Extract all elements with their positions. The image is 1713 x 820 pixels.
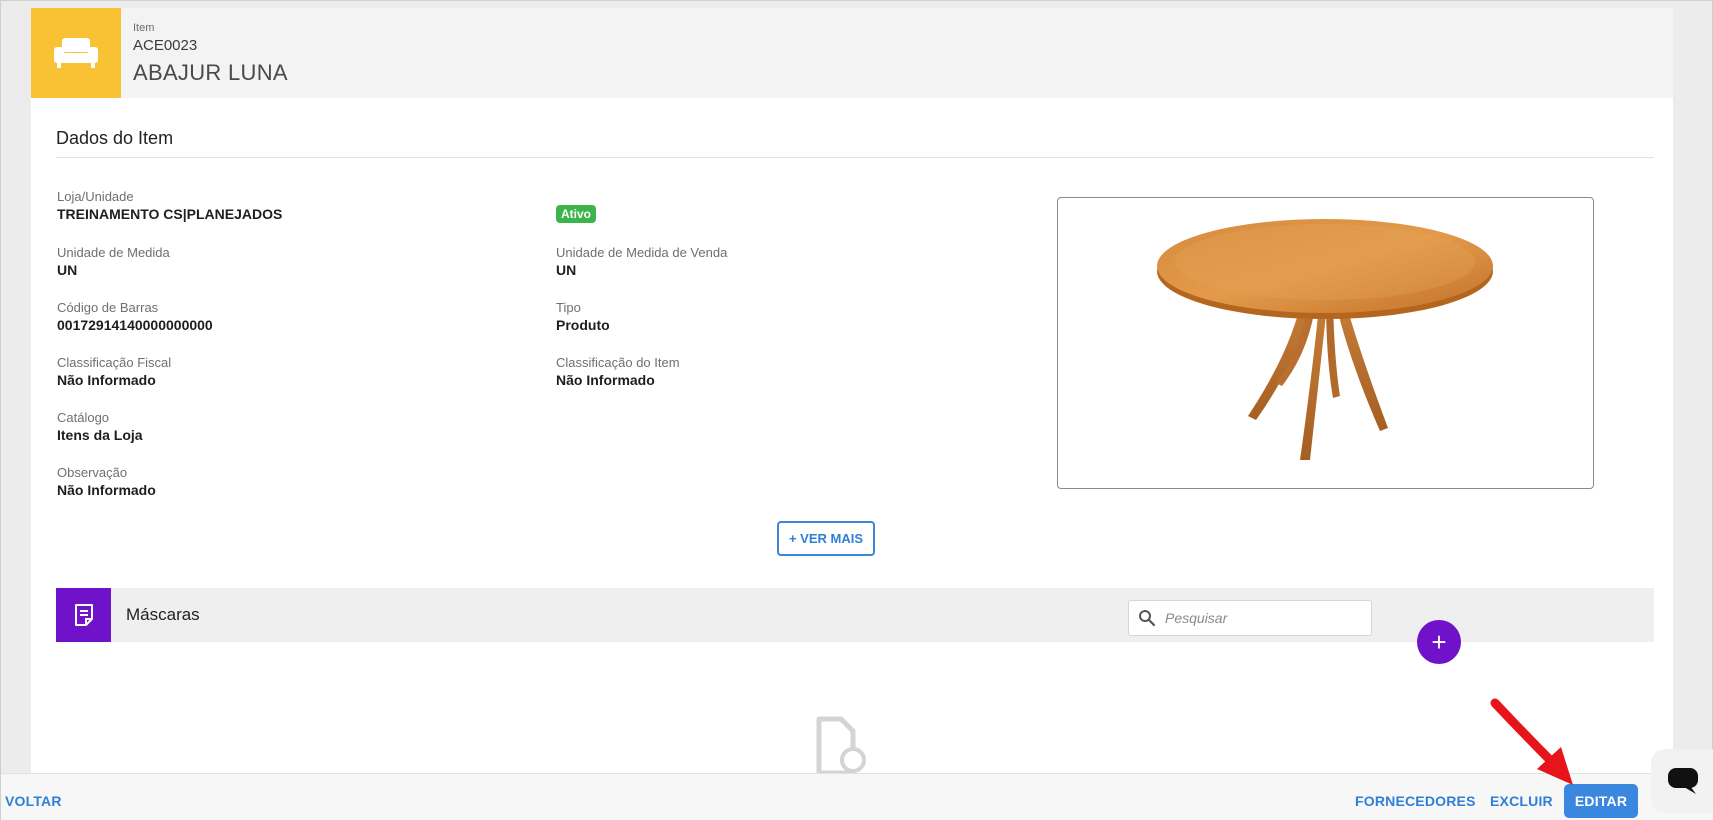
product-image [1157,219,1493,460]
field-value: Não Informado [556,372,655,388]
field-label: Tipo [556,300,581,315]
fornecedores-button[interactable]: FORNECEDORES [1355,784,1476,818]
field-observacao: Observação Não Informado [57,465,156,500]
product-image-frame[interactable] [1057,197,1594,489]
field-classificacao-fiscal: Classificação Fiscal Não Informado [57,355,171,390]
search-input[interactable] [1165,610,1355,626]
chat-icon [1667,768,1698,794]
field-catalogo: Catálogo Itens da Loja [57,410,143,445]
field-value: Itens da Loja [57,427,143,443]
footer-bar: VOLTAR FORNECEDORES EXCLUIR EDITAR [1,773,1713,820]
window-frame: Item ACE0023 ABAJUR LUNA Dados do Item L… [0,0,1713,820]
field-label: Catálogo [57,410,110,425]
field-classificacao-item: Classificação do Item Não Informado [556,355,680,390]
masks-title: Máscaras [126,605,200,624]
field-label: Observação [57,465,128,480]
editar-button[interactable]: EDITAR [1564,784,1638,818]
chat-widget-button[interactable] [1651,749,1713,813]
field-label: Loja/Unidade [57,189,134,204]
document-icon [56,588,111,642]
field-value: TREINAMENTO CS|PLANEJADOS [57,206,283,222]
search-icon [1129,609,1165,627]
breadcrumb: Item [133,22,155,34]
field-value: 00172914140000000000 [57,317,213,333]
field-label: Classificação Fiscal [57,355,172,370]
field-value: Não Informado [57,372,156,388]
masks-search[interactable] [1128,600,1372,636]
item-code: ACE0023 [133,37,198,54]
field-value: UN [57,262,78,278]
sofa-icon [31,8,121,98]
item-card: Item ACE0023 ABAJUR LUNA Dados do Item L… [31,8,1673,776]
excluir-button[interactable]: EXCLUIR [1490,784,1553,818]
voltar-button[interactable]: VOLTAR [5,784,62,818]
field-value: Produto [556,317,610,333]
red-arrow-annotation-icon [1490,698,1573,785]
field-label: Classificação do Item [556,355,680,370]
field-unidade-medida-venda: Unidade de Medida de Venda UN [556,245,727,280]
page-title: ABAJUR LUNA [133,60,288,85]
section-title: Dados do Item [56,128,174,148]
masks-section-header: Máscaras [56,588,1654,642]
field-value: Não Informado [57,482,156,498]
ver-mais-button[interactable]: + VER MAIS [777,521,875,556]
field-value: UN [556,262,577,278]
empty-search-document-icon [811,715,881,778]
field-label: Unidade de Medida [57,245,170,260]
status-badge: Ativo [556,205,596,223]
field-label: Código de Barras [57,300,159,315]
field-tipo: Tipo Produto [556,300,610,335]
divider [56,157,1654,158]
item-header: Item ACE0023 ABAJUR LUNA [31,8,1673,98]
field-codigo-barras: Código de Barras 00172914140000000000 [57,300,213,335]
field-label: Unidade de Medida de Venda [556,245,728,260]
field-loja-unidade: Loja/Unidade TREINAMENTO CS|PLANEJADOS [57,189,282,224]
add-mask-button[interactable]: + [1417,620,1461,664]
field-unidade-medida: Unidade de Medida UN [57,245,170,280]
